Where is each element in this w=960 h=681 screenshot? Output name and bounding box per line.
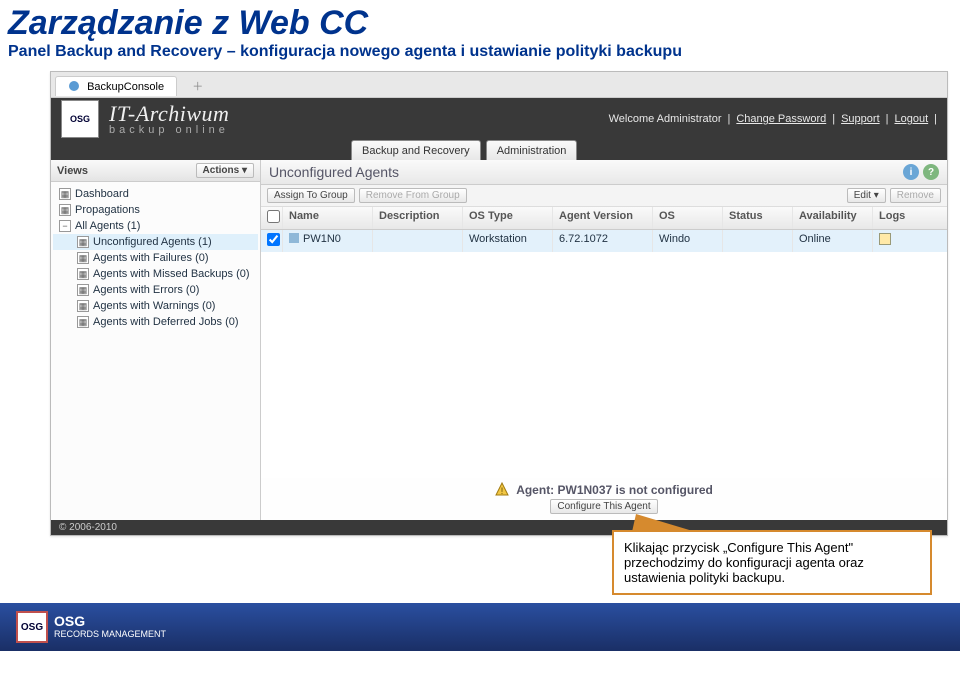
table-row[interactable]: PW1N0 Workstation 6.72.1072 Windo Online: [261, 230, 947, 252]
sidebar-header: Views Actions ▾: [51, 160, 260, 182]
remove-from-group-button[interactable]: Remove From Group: [359, 188, 467, 203]
welcome-text: Welcome Administrator: [609, 113, 722, 125]
sidebar-item-dashboard[interactable]: ▦ Dashboard: [53, 186, 258, 202]
tab-backup-recovery[interactable]: Backup and Recovery: [351, 140, 481, 160]
col-os[interactable]: OS: [653, 207, 723, 229]
app-body: Views Actions ▾ ▦ Dashboard ▦ Propagations…: [51, 160, 947, 520]
alert-text: Agent: PW1N037 is not configured: [516, 483, 713, 497]
callout-box: Klikając przycisk „Configure This Agent"…: [612, 530, 932, 595]
row-checkbox[interactable]: [267, 233, 280, 246]
tree-icon: ▦: [77, 300, 89, 312]
sidebar-item-label: Dashboard: [75, 188, 129, 200]
actions-dropdown[interactable]: Actions ▾: [196, 163, 254, 178]
callout-text: Klikając przycisk „Configure This Agent"…: [624, 540, 864, 585]
cell-ostype: Workstation: [463, 230, 553, 252]
change-password-link[interactable]: Change Password: [736, 113, 826, 125]
col-ostype[interactable]: OS Type: [463, 207, 553, 229]
sidebar-tree: ▦ Dashboard ▦ Propagations −All Agents (1)…: [51, 182, 260, 520]
footer-logo-icon: OSG: [16, 611, 48, 643]
sidebar: Views Actions ▾ ▦ Dashboard ▦ Propagations…: [51, 160, 261, 520]
col-logs[interactable]: Logs: [873, 207, 913, 229]
sidebar-item-label: Agents with Failures (0): [93, 252, 209, 264]
cell-name: PW1N0: [303, 233, 341, 245]
tree-icon: ▦: [59, 188, 71, 200]
col-name[interactable]: Name: [283, 207, 373, 229]
sidebar-item-label: Agents with Errors (0): [93, 284, 199, 296]
cell-availability: Online: [793, 230, 873, 252]
sidebar-item-failures[interactable]: ▦ Agents with Failures (0): [53, 250, 258, 266]
footer-brand: OSG: [54, 614, 166, 629]
sidebar-item-label: Agents with Warnings (0): [93, 300, 215, 312]
tree-icon: ▦: [59, 204, 71, 216]
header-actions: Welcome Administrator | Change Password …: [609, 113, 937, 125]
new-tab-button[interactable]: ＋: [182, 75, 213, 97]
tree-icon: ▦: [77, 268, 89, 280]
logout-link[interactable]: Logout: [894, 113, 928, 125]
tab-administration[interactable]: Administration: [486, 140, 578, 160]
support-link[interactable]: Support: [841, 113, 880, 125]
cell-status: [723, 230, 793, 252]
content-header: Unconfigured Agents i ?: [261, 160, 947, 185]
sidebar-item-propagations[interactable]: ▦ Propagations: [53, 202, 258, 218]
warning-icon: !: [495, 482, 509, 496]
sidebar-item-warnings[interactable]: ▦ Agents with Warnings (0): [53, 298, 258, 314]
slide-title: Zarządzanie z Web CC: [0, 0, 960, 43]
remove-button[interactable]: Remove: [890, 188, 941, 203]
tree-icon: ▦: [77, 236, 89, 248]
tree-icon: ▦: [77, 284, 89, 296]
sidebar-item-all-agents[interactable]: −All Agents (1): [53, 218, 258, 234]
slide-subtitle: Panel Backup and Recovery – konfiguracja…: [0, 43, 960, 71]
browser-tab-label: BackupConsole: [87, 81, 164, 93]
toolbar: Assign To Group Remove From Group Edit ▾…: [261, 185, 947, 207]
sidebar-item-label: All Agents (1): [75, 220, 140, 232]
brand-tagline: backup online: [109, 125, 229, 136]
sidebar-item-deferred[interactable]: ▦ Agents with Deferred Jobs (0): [53, 314, 258, 330]
brand-name: IT-Archiwum: [109, 103, 229, 125]
sidebar-item-unconfigured[interactable]: ▦ Unconfigured Agents (1): [53, 234, 258, 250]
sidebar-item-label: Propagations: [75, 204, 140, 216]
content-area: Unconfigured Agents i ? Assign To Group …: [261, 160, 947, 520]
agent-icon: [289, 233, 299, 243]
footer-line1: RECORDS: [54, 629, 99, 639]
cell-desc: [373, 230, 463, 252]
sidebar-item-errors[interactable]: ▦ Agents with Errors (0): [53, 282, 258, 298]
app-window: BackupConsole ＋ OSG IT-Archiwum backup o…: [50, 71, 948, 536]
svg-text:!: !: [501, 486, 504, 496]
assign-to-group-button[interactable]: Assign To Group: [267, 188, 355, 203]
browser-tabbar: BackupConsole ＋: [51, 72, 947, 98]
sidebar-item-label: Agents with Missed Backups (0): [93, 268, 250, 280]
app-header: OSG IT-Archiwum backup online Welcome Ad…: [51, 98, 947, 140]
footer-line2: MANAGEMENT: [102, 629, 167, 639]
sidebar-item-label: Agents with Deferred Jobs (0): [93, 316, 239, 328]
tab-favicon: [68, 80, 80, 92]
tree-icon: ▦: [77, 252, 89, 264]
tree-icon: ▦: [77, 316, 89, 328]
main-tabs: Backup and Recovery Administration: [51, 140, 947, 160]
sidebar-item-missed[interactable]: ▦ Agents with Missed Backups (0): [53, 266, 258, 282]
cell-os: Windo: [653, 230, 723, 252]
info-icon[interactable]: i: [903, 164, 919, 180]
logs-icon[interactable]: [879, 233, 891, 245]
footer-logo: OSG OSG RECORDS MANAGEMENT: [16, 611, 166, 643]
content-title: Unconfigured Agents: [269, 164, 899, 180]
sidebar-title: Views: [57, 165, 196, 177]
cell-version: 6.72.1072: [553, 230, 653, 252]
table-header: Name Description OS Type Agent Version O…: [261, 207, 947, 230]
browser-tab[interactable]: BackupConsole: [55, 76, 177, 96]
select-all-checkbox[interactable]: [267, 210, 280, 223]
footer-logo-text: OSG RECORDS MANAGEMENT: [54, 614, 166, 639]
col-version[interactable]: Agent Version: [553, 207, 653, 229]
table-body: PW1N0 Workstation 6.72.1072 Windo Online: [261, 230, 947, 478]
col-checkbox[interactable]: [261, 207, 283, 229]
tree-collapse-icon[interactable]: −: [59, 220, 71, 232]
brand-block: IT-Archiwum backup online: [109, 103, 229, 136]
help-icon[interactable]: ?: [923, 164, 939, 180]
col-availability[interactable]: Availability: [793, 207, 873, 229]
col-status[interactable]: Status: [723, 207, 793, 229]
col-desc[interactable]: Description: [373, 207, 463, 229]
edit-dropdown[interactable]: Edit ▾: [847, 188, 886, 203]
sidebar-item-label: Unconfigured Agents (1): [93, 236, 212, 248]
slide-footer: OSG OSG RECORDS MANAGEMENT: [0, 603, 960, 651]
osg-logo: OSG: [61, 100, 99, 138]
